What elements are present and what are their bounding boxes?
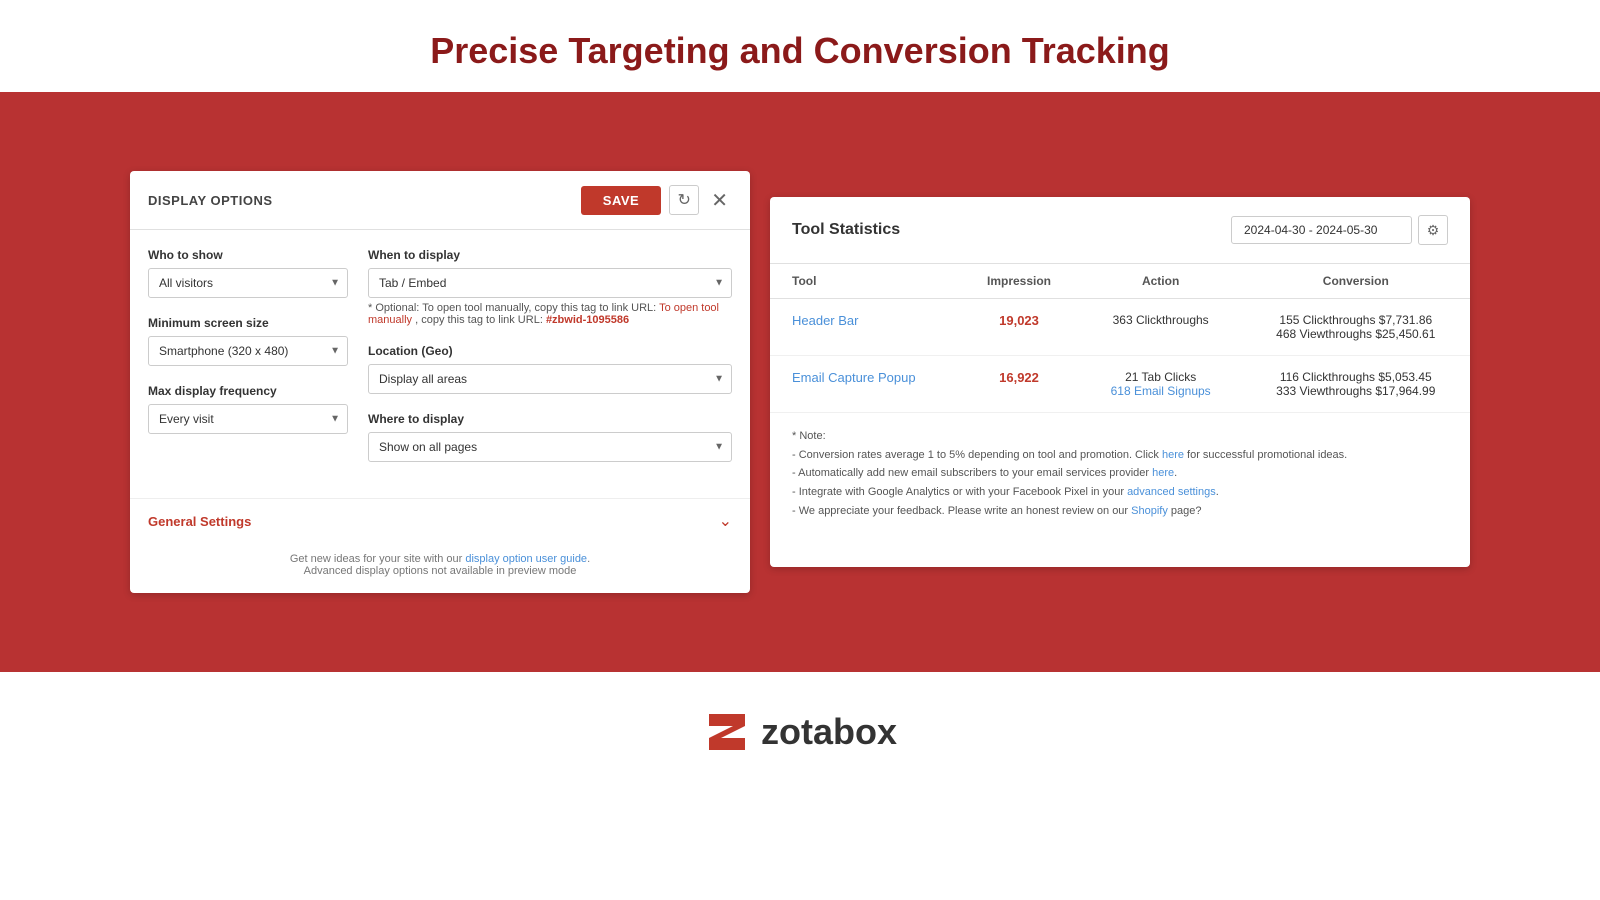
footer-subtext: Advanced display options not available i… (148, 565, 732, 577)
main-content: DISPLAY OPTIONS SAVE ↻ ✕ Who to show All… (0, 92, 1600, 672)
optional-copy-text: , copy this tag to link URL: (415, 314, 546, 326)
close-button[interactable]: ✕ (707, 188, 732, 213)
left-column: Who to show All visitors ▼ Minimum scree… (148, 248, 348, 480)
where-to-display-select[interactable]: Show on all pages (368, 432, 732, 462)
optional-prefix: * Optional: To open tool manually, copy … (368, 302, 656, 314)
stats-title: Tool Statistics (792, 221, 900, 239)
notes-section: * Note: - Conversion rates average 1 to … (770, 413, 1470, 536)
save-button[interactable]: SAVE (581, 186, 661, 215)
action-cell: 363 Clickthroughs (1080, 299, 1242, 356)
conversion-cell: 155 Clickthroughs $7,731.86 468 Viewthro… (1242, 299, 1470, 356)
tool-name-cell: Email Capture Popup (770, 356, 958, 413)
when-to-display-label: When to display (368, 248, 732, 262)
tag-value: #zbwid-1095586 (546, 314, 629, 326)
conversion-line1: 155 Clickthroughs $7,731.86 (1264, 313, 1448, 327)
tool-name-cell: Header Bar (770, 299, 958, 356)
zotabox-logo-icon (703, 708, 751, 756)
min-screen-label: Minimum screen size (148, 316, 348, 330)
conversion-line2: 333 Viewthroughs $17,964.99 (1264, 384, 1448, 398)
when-to-display-group: When to display Tab / Embed ▼ * Optional… (368, 248, 732, 326)
min-screen-wrapper: Smartphone (320 x 480) ▼ (148, 336, 348, 366)
where-to-display-group: Where to display Show on all pages ▼ (368, 412, 732, 462)
note-line4: - Integrate with Google Analytics or wit… (792, 483, 1448, 502)
max-freq-label: Max display frequency (148, 384, 348, 398)
impression-cell: 16,922 (958, 356, 1079, 413)
stats-header: Tool Statistics ⚙ (770, 197, 1470, 264)
min-screen-group: Minimum screen size Smartphone (320 x 48… (148, 316, 348, 366)
zotabox-logo: zotabox (703, 708, 897, 756)
who-to-show-label: Who to show (148, 248, 348, 262)
conversion-here-link[interactable]: here (1162, 449, 1184, 461)
when-to-display-wrapper: Tab / Embed ▼ (368, 268, 732, 298)
conversion-line1: 116 Clickthroughs $5,053.45 (1264, 370, 1448, 384)
conversion-cell: 116 Clickthroughs $5,053.45 333 Viewthro… (1242, 356, 1470, 413)
statistics-panel: Tool Statistics ⚙ Tool Impression Action… (770, 197, 1470, 567)
table-row: Header Bar 19,023 363 Clickthroughs 155 … (770, 299, 1470, 356)
col-action-header: Action (1080, 264, 1242, 299)
note-line1: * Note: (792, 427, 1448, 446)
who-to-show-select[interactable]: All visitors (148, 268, 348, 298)
when-to-display-select[interactable]: Tab / Embed (368, 268, 732, 298)
where-to-display-wrapper: Show on all pages ▼ (368, 432, 732, 462)
who-to-show-wrapper: All visitors ▼ (148, 268, 348, 298)
date-range-input[interactable] (1231, 216, 1412, 244)
general-settings-link[interactable]: General Settings (148, 514, 251, 529)
where-to-display-label: Where to display (368, 412, 732, 426)
location-label: Location (Geo) (368, 344, 732, 358)
panel-title: DISPLAY OPTIONS (148, 193, 273, 208)
panel-body: Who to show All visitors ▼ Minimum scree… (130, 230, 750, 490)
max-freq-wrapper: Every visit ▼ (148, 404, 348, 434)
note-line2: - Conversion rates average 1 to 5% depen… (792, 446, 1448, 465)
action-line2: 618 Email Signups (1102, 384, 1220, 398)
logo-text: zotabox (761, 711, 897, 753)
table-header-row: Tool Impression Action Conversion (770, 264, 1470, 299)
impression-cell: 19,023 (958, 299, 1079, 356)
footer-text-line1: Get new ideas for your site with our dis… (148, 553, 732, 565)
action-cell: 21 Tab Clicks 618 Email Signups (1080, 356, 1242, 413)
min-screen-select[interactable]: Smartphone (320 x 480) (148, 336, 348, 366)
max-freq-select[interactable]: Every visit (148, 404, 348, 434)
location-select[interactable]: Display all areas (368, 364, 732, 394)
right-column: When to display Tab / Embed ▼ * Optional… (368, 248, 732, 480)
general-settings-row: General Settings ⌄ (130, 498, 750, 543)
col-conversion-header: Conversion (1242, 264, 1470, 299)
panel-footer: Get new ideas for your site with our dis… (130, 543, 750, 593)
page-header: Precise Targeting and Conversion Trackin… (0, 0, 1600, 92)
who-to-show-group: Who to show All visitors ▼ (148, 248, 348, 298)
optional-text: * Optional: To open tool manually, copy … (368, 302, 732, 326)
header-bar-link[interactable]: Header Bar (792, 313, 858, 328)
page-footer: zotabox (0, 672, 1600, 792)
settings-icon-button[interactable]: ⚙ (1418, 215, 1448, 245)
date-range-wrapper: ⚙ (1231, 215, 1448, 245)
footer-prefix: Get new ideas for your site with our (290, 553, 462, 565)
email-capture-popup-link[interactable]: Email Capture Popup (792, 370, 916, 385)
shopify-link[interactable]: Shopify (1131, 505, 1168, 517)
note-line5: - We appreciate your feedback. Please wr… (792, 502, 1448, 521)
location-wrapper: Display all areas ▼ (368, 364, 732, 394)
panel-header-actions: SAVE ↻ ✕ (581, 185, 732, 215)
page-title: Precise Targeting and Conversion Trackin… (0, 30, 1600, 72)
email-provider-here-link[interactable]: here (1152, 467, 1174, 479)
conversion-line2: 468 Viewthroughs $25,450.61 (1264, 327, 1448, 341)
chevron-down-icon: ⌄ (719, 511, 732, 531)
impression-count: 16,922 (999, 370, 1039, 385)
col-tool-header: Tool (770, 264, 958, 299)
panel-header: DISPLAY OPTIONS SAVE ↻ ✕ (130, 171, 750, 230)
table-row: Email Capture Popup 16,922 21 Tab Clicks… (770, 356, 1470, 413)
action-line1: 21 Tab Clicks (1102, 370, 1220, 384)
max-freq-group: Max display frequency Every visit ▼ (148, 384, 348, 434)
display-option-user-guide-link[interactable]: display option user guide (465, 553, 587, 565)
display-options-panel: DISPLAY OPTIONS SAVE ↻ ✕ Who to show All… (130, 171, 750, 593)
email-signups-link[interactable]: 618 Email Signups (1111, 384, 1211, 398)
col-impression-header: Impression (958, 264, 1079, 299)
refresh-button[interactable]: ↻ (669, 185, 699, 215)
location-group: Location (Geo) Display all areas ▼ (368, 344, 732, 394)
stats-table: Tool Impression Action Conversion Header… (770, 264, 1470, 413)
note-line3: - Automatically add new email subscriber… (792, 464, 1448, 483)
advanced-settings-link[interactable]: advanced settings (1127, 486, 1216, 498)
impression-count: 19,023 (999, 313, 1039, 328)
